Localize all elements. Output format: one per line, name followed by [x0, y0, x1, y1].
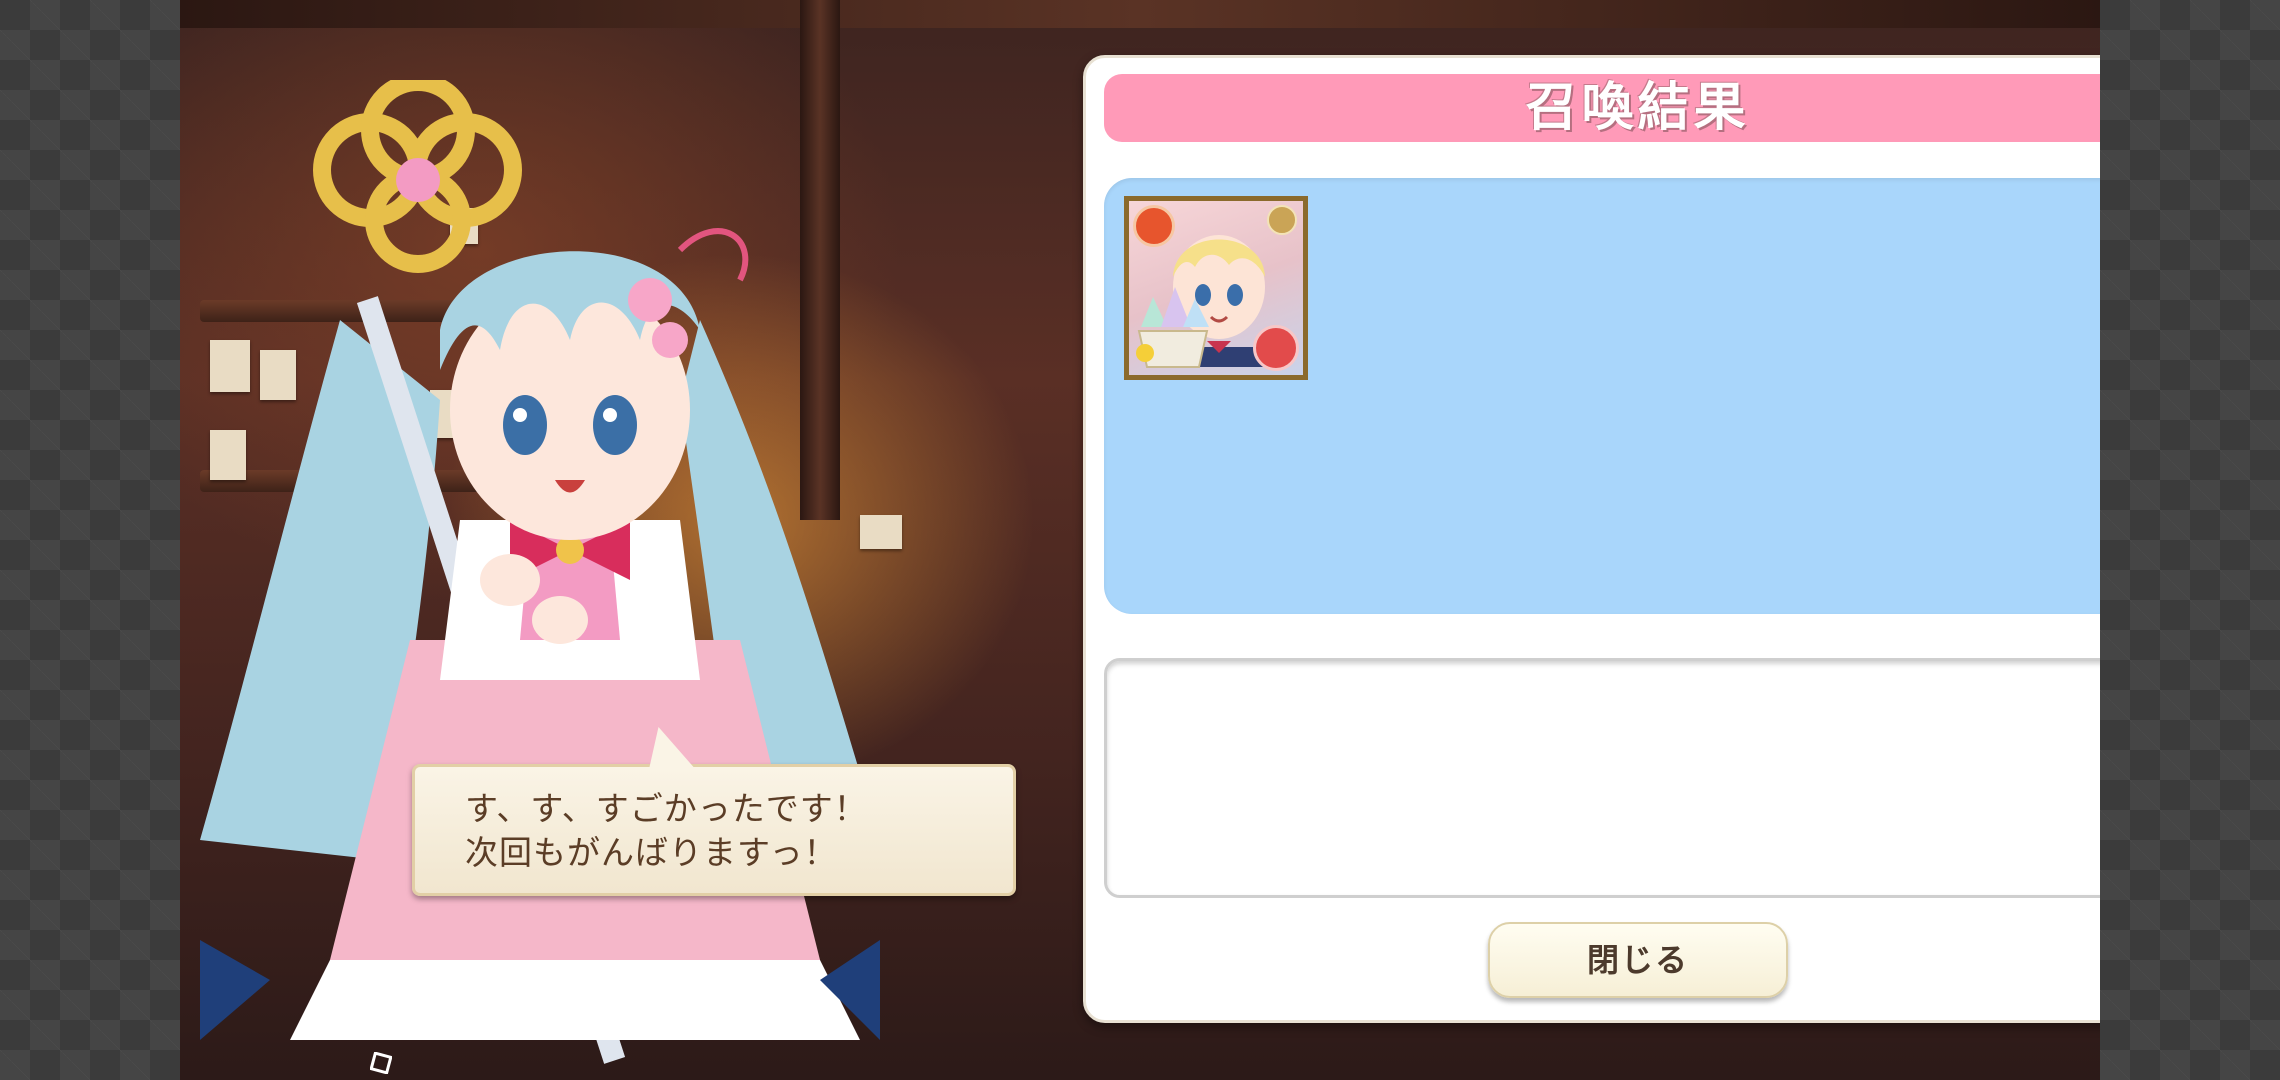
close-button[interactable]: 閉じる	[1488, 922, 1788, 998]
crystal-icon	[1136, 287, 1209, 368]
result-character-card[interactable]	[1124, 196, 1308, 380]
message-box	[1104, 658, 2100, 898]
speech-line-1: す、す、すごかったです！	[465, 789, 868, 828]
panel-title: 召喚結果	[1525, 78, 1750, 138]
class-badge-icon	[1133, 205, 1175, 247]
result-list	[1104, 178, 2100, 614]
character-illustration	[200, 80, 880, 1064]
speech-line-2: 次回もがんばりますっ！	[465, 833, 838, 872]
fire-element-icon	[1253, 325, 1299, 371]
game-screen: す、す、すごかったです！ 次回もがんばりますっ！ 召喚結果 閉じる	[0, 0, 2280, 1080]
character-speech-bubble: す、す、すごかったです！ 次回もがんばりますっ！	[412, 764, 1016, 896]
left-pattern-border	[0, 0, 180, 1080]
rank-badge-icon	[1267, 205, 1297, 235]
panel-header: 召喚結果	[1104, 74, 2100, 142]
summon-result-panel: 召喚結果 閉じる	[1083, 55, 2100, 1023]
right-pattern-border	[2100, 0, 2280, 1080]
game-area: す、す、すごかったです！ 次回もがんばりますっ！ 召喚結果 閉じる	[180, 0, 2100, 1080]
ceiling-beam	[180, 0, 2100, 28]
menu-corner-icon[interactable]	[370, 1052, 392, 1074]
